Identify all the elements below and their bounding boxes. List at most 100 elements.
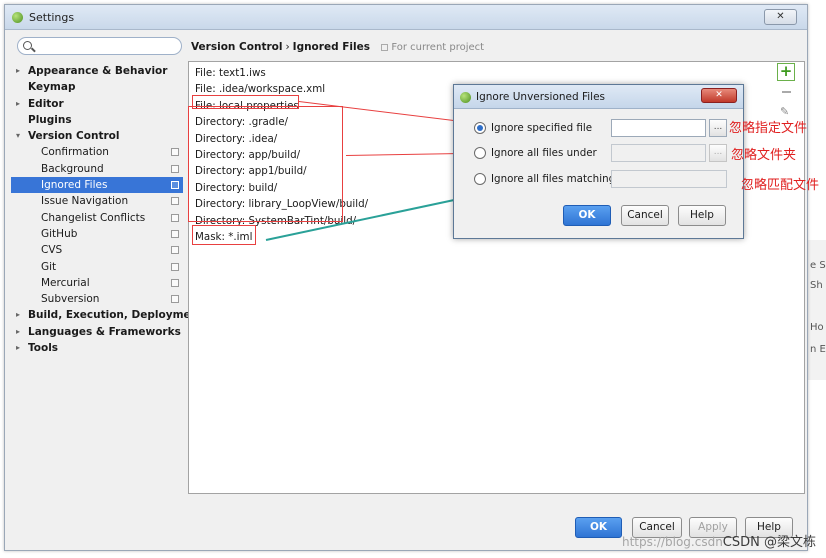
tree-item-mercurial[interactable]: Mercurial (11, 275, 183, 291)
project-scope-icon (381, 44, 389, 51)
background-editor-strip: e S Sh Ho n E (806, 240, 826, 380)
tree-item-label: Issue Navigation (41, 195, 129, 208)
project-scope-icon (171, 164, 179, 173)
add-button[interactable]: + (777, 63, 795, 81)
breadcrumb-separator: › (285, 41, 290, 53)
background-fragment: n E (810, 344, 826, 355)
tree-item-build-execution-deployment[interactable]: ▸ Build, Execution, Deployment (11, 307, 203, 323)
dialog-ok-button[interactable]: OK (563, 205, 611, 226)
tree-item-keymap[interactable]: Keymap (11, 79, 183, 95)
chevron-right-icon[interactable]: ▸ (16, 340, 20, 356)
background-fragment: e S (810, 260, 826, 271)
annotation-box-directories (188, 106, 343, 222)
tree-item-label: Keymap (28, 81, 76, 94)
tree-item-label: Tools (28, 342, 59, 355)
scope-label: For current project (381, 42, 484, 53)
tree-item-label: Plugins (28, 113, 72, 126)
tree-item-label: Changelist Conflicts (41, 211, 146, 224)
tree-item-label: Editor (28, 97, 64, 110)
project-scope-icon (171, 246, 179, 255)
project-scope-icon (171, 262, 179, 271)
settings-search-input[interactable] (17, 37, 182, 55)
specified-file-browse-button[interactable]: ... (709, 119, 727, 137)
search-icon (23, 41, 32, 50)
scope-text: For current project (391, 42, 485, 53)
window-close-button[interactable]: ✕ (764, 9, 797, 25)
tree-item-label: Git (41, 260, 57, 273)
directory-browse-button[interactable]: ... (709, 144, 727, 162)
tree-item-label: GitHub (41, 227, 78, 240)
project-scope-icon (171, 295, 179, 304)
tree-item-git[interactable]: Git (11, 259, 183, 275)
breadcrumb-current: Ignored Files (292, 41, 370, 53)
tree-item-label: Appearance & Behavior (28, 65, 168, 77)
dialog-cancel-button[interactable]: Cancel (621, 205, 669, 226)
watermark: https://blog.csdnCSDN @梁文栋 (622, 531, 816, 550)
specified-file-input[interactable] (611, 119, 706, 137)
chevron-right-icon[interactable]: ▸ (16, 307, 20, 323)
dialog-title: Ignore Unversioned Files (476, 91, 606, 103)
tree-item-label: Confirmation (41, 146, 109, 159)
chevron-down-icon[interactable]: ▾ (16, 128, 20, 144)
project-scope-icon (171, 197, 179, 206)
tree-item-version-control[interactable]: ▾ Version Control (11, 128, 183, 144)
tree-item-editor[interactable]: ▸ Editor (11, 96, 183, 112)
tree-item-label: Background (41, 162, 104, 175)
mask-input[interactable] (611, 170, 727, 188)
remove-button[interactable] (782, 91, 791, 93)
tree-item-label: CVS (41, 244, 63, 257)
annotation-ignore-folder: 忽略文件夹 (731, 148, 797, 163)
chevron-right-icon[interactable]: ▸ (16, 324, 20, 340)
background-fragment: Sh (810, 280, 823, 291)
tree-item-label: Version Control (28, 130, 120, 143)
tree-item-label: Build, Execution, Deployment (28, 309, 204, 322)
android-studio-icon (12, 12, 23, 23)
dialog-help-button[interactable]: Help (678, 205, 726, 226)
dialog-close-button[interactable]: ✕ (701, 88, 737, 103)
watermark-brand: CSDN @梁文栋 (722, 535, 816, 550)
plus-icon: + (779, 62, 793, 80)
tree-item-appearance-behavior[interactable]: ▸ Appearance & Behavior (11, 63, 183, 79)
radio-button[interactable] (474, 122, 486, 134)
tree-item-label: Ignored Files (41, 179, 108, 192)
background-fragment: Ho (810, 322, 824, 333)
tree-item-github[interactable]: GitHub (11, 226, 183, 242)
annotation-box-mask (192, 225, 256, 245)
project-scope-icon (171, 229, 179, 238)
directory-input[interactable] (611, 144, 706, 162)
tree-item-background[interactable]: Background (11, 161, 183, 177)
settings-sidebar: ▸ Appearance & Behavior Keymap ▸ Editor Plugi… (11, 34, 203, 494)
option-label: Ignore all files under (491, 147, 597, 159)
list-item[interactable]: File: .idea/workspace.xml (195, 83, 325, 95)
tree-item-label: Mercurial (41, 276, 90, 289)
tree-item-label: Subversion (41, 293, 100, 306)
radio-button[interactable] (474, 173, 486, 185)
ok-button[interactable]: OK (575, 517, 622, 538)
window-titlebar[interactable]: Settings ✕ (5, 5, 807, 30)
tree-item-plugins[interactable]: Plugins (11, 112, 183, 128)
tree-item-ignored-files[interactable]: Ignored Files (11, 177, 183, 194)
radio-button[interactable] (474, 147, 486, 159)
annotation-ignore-file: 忽略指定文件 (729, 121, 808, 136)
tree-item-languages-frameworks[interactable]: ▸ Languages & Frameworks (11, 324, 183, 340)
tree-item-cvs[interactable]: CVS (11, 242, 183, 258)
tree-item-issue-navigation[interactable]: Issue Navigation (11, 193, 183, 209)
watermark-url: https://blog.csdn (621, 535, 723, 549)
tree-item-tools[interactable]: ▸ Tools (11, 340, 183, 356)
close-icon: ✕ (715, 90, 723, 100)
tree-item-confirmation[interactable]: Confirmation (11, 144, 183, 160)
chevron-right-icon[interactable]: ▸ (16, 63, 20, 79)
dialog-titlebar[interactable]: Ignore Unversioned Files ✕ (454, 85, 743, 109)
tree-item-changelist-conflicts[interactable]: Changelist Conflicts (11, 210, 183, 226)
android-studio-icon (460, 92, 471, 103)
list-item[interactable]: File: text1.iws (195, 67, 266, 79)
chevron-right-icon[interactable]: ▸ (16, 96, 20, 112)
tree-item-subversion[interactable]: Subversion (11, 291, 183, 307)
project-scope-icon (171, 181, 179, 190)
ignore-unversioned-files-dialog: Ignore Unversioned Files ✕ Ignore specif… (453, 84, 744, 239)
project-scope-icon (171, 278, 179, 287)
breadcrumb-parent: Version Control (191, 41, 283, 53)
project-scope-icon (171, 213, 179, 222)
annotation-ignore-matching: 忽略匹配文件 (741, 178, 820, 193)
close-icon: ✕ (776, 11, 785, 22)
